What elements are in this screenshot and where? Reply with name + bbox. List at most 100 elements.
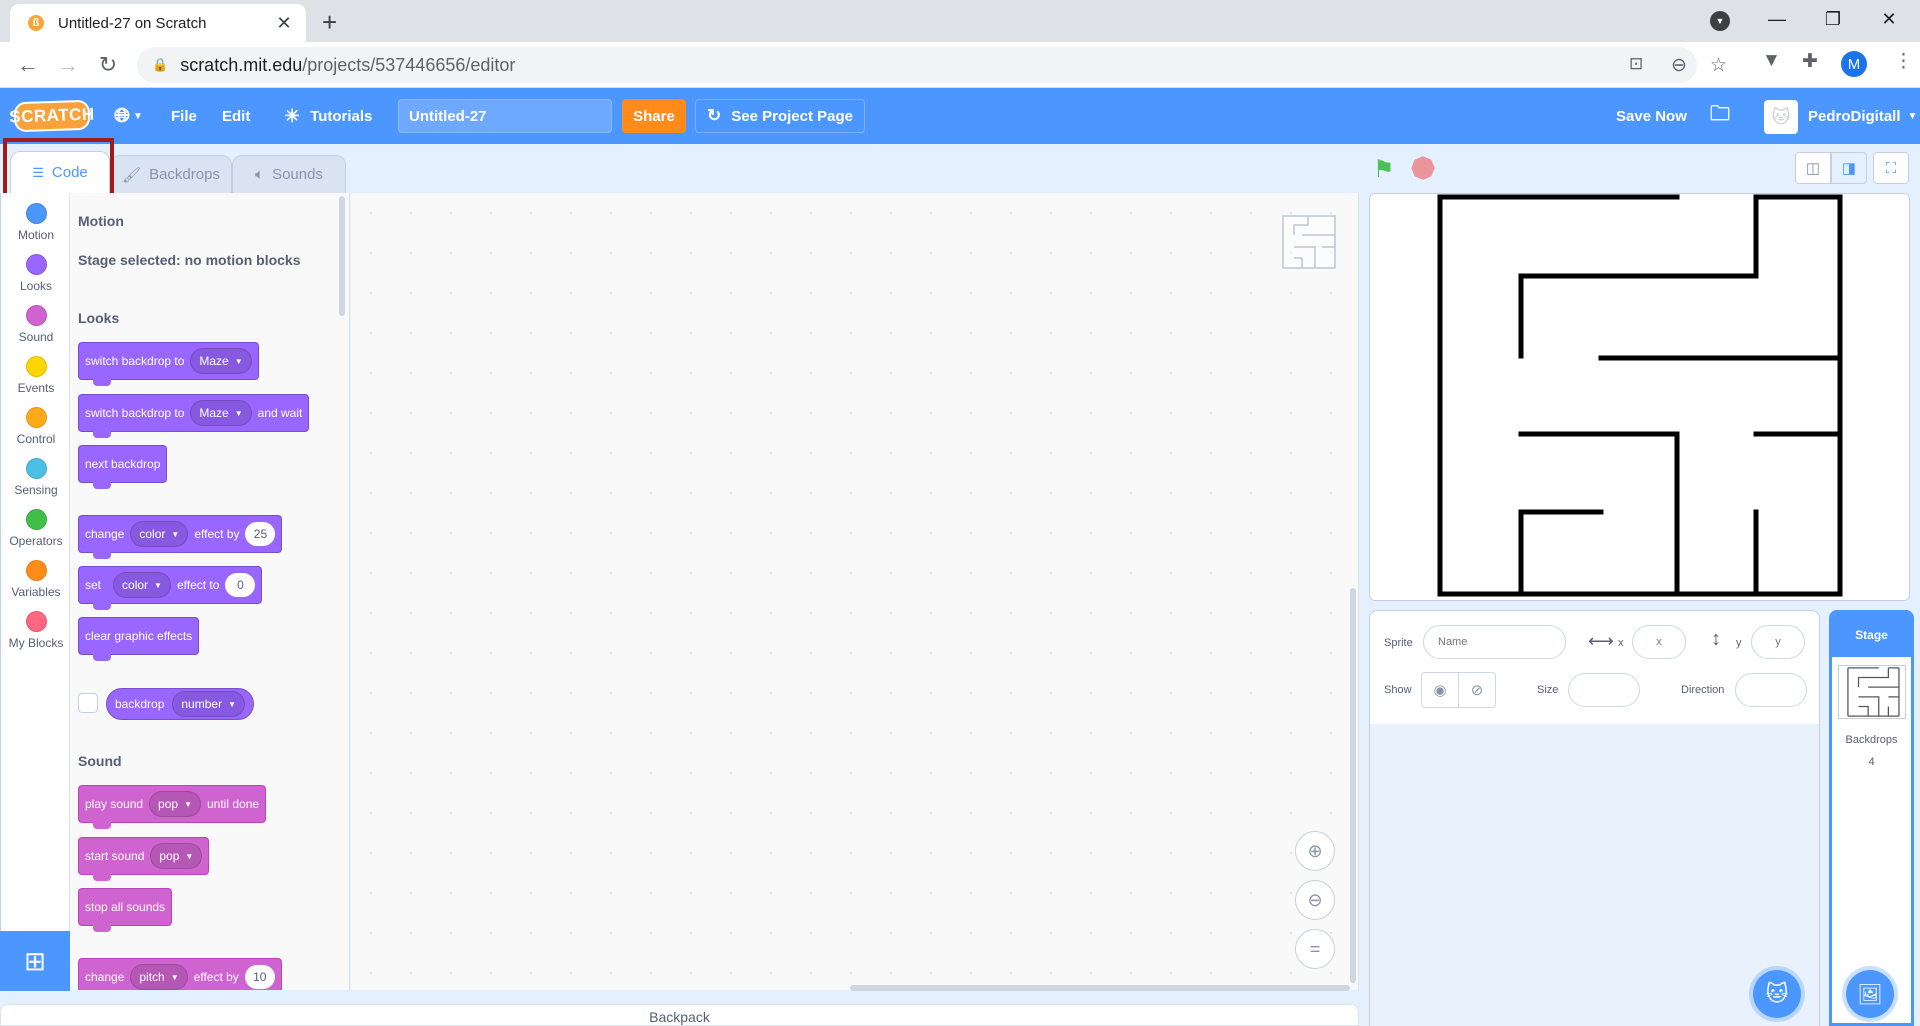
choose-backdrop-button[interactable]: 🖼︎ — [1846, 970, 1894, 1018]
variables-dot-icon — [25, 560, 47, 581]
block-clear-effects[interactable]: clear graphic effects — [78, 617, 200, 661]
translate-icon[interactable]: ⊡ — [1629, 54, 1643, 74]
tab-backdrops[interactable]: 🖌︎ Backdrops — [110, 155, 232, 193]
zoom-icon[interactable]: ⊖ — [1671, 54, 1687, 77]
minimize-icon[interactable]: — — [1754, 0, 1800, 38]
new-tab-button[interactable]: + — [322, 7, 337, 38]
stage-panel-title: Stage — [1832, 613, 1911, 657]
zoom-reset-button[interactable]: = — [1295, 929, 1335, 969]
account-menu[interactable]: PedroDigitall ▼ — [1808, 88, 1917, 144]
category-looks[interactable]: Looks — [1, 254, 71, 293]
sprite-name-input[interactable] — [1423, 625, 1566, 659]
category-sound[interactable]: Sound — [1, 305, 71, 344]
effect-dropdown[interactable]: color ▼ — [130, 521, 189, 547]
fullscreen-button[interactable]: ⛶ — [1873, 152, 1909, 184]
language-globe-icon[interactable]: 🌐︎ ▼ — [114, 88, 143, 144]
block-change-effect[interactable]: change color ▼ effect by 25 — [78, 515, 283, 559]
script-workspace[interactable] — [351, 193, 1359, 990]
file-menu[interactable]: File — [171, 88, 197, 144]
tutorials-button[interactable]: ☀ Tutorials — [284, 88, 372, 144]
category-my-blocks[interactable]: My Blocks — [1, 611, 71, 650]
stop-icon[interactable] — [1409, 154, 1438, 183]
sprite-list-pane — [1369, 724, 1820, 1026]
block-text: switch backdrop to — [85, 406, 185, 420]
see-project-page-button[interactable]: ↻ See Project Page — [695, 99, 865, 133]
edit-menu[interactable]: Edit — [222, 88, 250, 144]
close-tab-icon[interactable]: ✕ — [274, 13, 294, 34]
direction-input[interactable] — [1735, 673, 1807, 707]
sound-dropdown[interactable]: pop ▼ — [149, 791, 201, 817]
back-icon[interactable]: ← — [13, 52, 43, 78]
backdrop-dropdown[interactable]: Maze ▼ — [190, 400, 252, 426]
block-set-effect[interactable]: set color ▼ effect to 0 — [78, 566, 263, 610]
y-position-input[interactable] — [1751, 625, 1805, 659]
share-button[interactable]: Share — [622, 99, 686, 133]
block-text: clear graphic effects — [85, 629, 193, 643]
browser-tab[interactable]: ß Untitled-27 on Scratch ✕ — [10, 4, 306, 42]
block-stop-all-sounds[interactable]: stop all sounds — [78, 888, 173, 932]
save-now-button[interactable]: Save Now — [1616, 88, 1687, 144]
category-variables[interactable]: Variables — [1, 560, 71, 599]
x-position-input[interactable] — [1632, 625, 1686, 659]
block-start-sound[interactable]: start sound pop ▼ — [78, 837, 210, 881]
dropdown-arrow-icon: ▼ — [234, 356, 243, 366]
green-flag-icon[interactable]: ⚑ — [1373, 155, 1395, 184]
address-bar[interactable]: 🔒 scratch.mit.edu/projects/537446656/edi… — [137, 47, 1727, 83]
small-stage-button[interactable]: ◫ — [1795, 152, 1831, 184]
zoom-out-button[interactable]: ⊖ — [1295, 880, 1335, 920]
normal-stage-button[interactable]: ◨ — [1831, 152, 1867, 184]
category-operators[interactable]: Operators — [1, 509, 71, 548]
block-switch-backdrop-wait[interactable]: switch backdrop to Maze ▼ and wait — [78, 394, 310, 438]
tab-sounds[interactable]: 🔈︎ Sounds — [232, 155, 346, 193]
effect-value-input[interactable]: 0 — [225, 573, 256, 597]
project-title-input[interactable] — [398, 99, 612, 133]
backdrop-property-dropdown[interactable]: number ▼ — [172, 691, 245, 717]
add-extension-button[interactable]: ⊞ — [0, 931, 70, 991]
user-avatar[interactable]: 🐱︎ — [1764, 100, 1798, 134]
block-next-backdrop[interactable]: next backdrop — [78, 445, 168, 489]
reporter-backdrop-number[interactable]: backdrop number ▼ — [106, 688, 254, 720]
image-plus-icon: 🖼︎ — [1857, 983, 1883, 1006]
tab-search-icon[interactable]: ▼ — [1710, 11, 1730, 31]
bookmark-star-icon[interactable]: ☆ — [1710, 54, 1727, 77]
scratch-logo[interactable]: SCRATCH — [9, 99, 95, 133]
sound-dropdown[interactable]: pop ▼ — [150, 843, 203, 869]
backdrop-dropdown[interactable]: Maze ▼ — [190, 348, 252, 374]
zoom-in-button[interactable]: ⊕ — [1295, 831, 1335, 871]
category-motion[interactable]: Motion — [1, 203, 71, 242]
hide-sprite-button[interactable]: ⊘ — [1458, 672, 1496, 708]
extensions-puzzle-icon[interactable]: ✚ — [1802, 50, 1818, 73]
my-stuff-folder-icon[interactable]: 🗀 — [1710, 88, 1730, 144]
pitch-value-input[interactable]: 10 — [244, 965, 275, 989]
close-window-icon[interactable]: ✕ — [1866, 0, 1912, 38]
choose-sprite-button[interactable]: 🐱︎ — [1753, 970, 1801, 1018]
block-switch-backdrop[interactable]: switch backdrop to Maze ▼ — [78, 342, 259, 386]
effect-value-input[interactable]: 25 — [245, 522, 276, 546]
backpack[interactable]: Backpack — [0, 1004, 1359, 1026]
workspace-horizontal-scrollbar[interactable] — [850, 985, 1350, 991]
block-play-sound-until-done[interactable]: play sound pop ▼ until done — [78, 785, 267, 829]
category-label: Variables — [11, 585, 61, 599]
forward-icon[interactable]: → — [53, 52, 83, 78]
stage-target-panel[interactable]: Stage Backdrops 4 — [1829, 610, 1914, 1026]
category-label: Control — [16, 432, 56, 446]
extension-icon[interactable]: ▼ — [1762, 50, 1781, 72]
size-input[interactable] — [1568, 673, 1640, 707]
block-change-pitch[interactable]: change pitch ▼ effect by 10 — [78, 958, 282, 990]
reload-icon[interactable]: ↻ — [93, 52, 123, 78]
block-text: and wait — [257, 406, 303, 420]
browser-menu-icon[interactable]: ⋮ — [1894, 50, 1913, 73]
palette-scrollbar[interactable] — [339, 196, 345, 316]
category-events[interactable]: Events — [1, 356, 71, 395]
restore-icon[interactable]: ❐ — [1810, 0, 1856, 38]
sound-effect-dropdown[interactable]: pitch ▼ — [130, 964, 188, 990]
workspace-vertical-scrollbar[interactable] — [1350, 588, 1356, 983]
category-sensing[interactable]: Sensing — [1, 458, 71, 497]
effect-dropdown[interactable]: color ▼ — [113, 572, 171, 598]
show-sprite-button[interactable]: ◉ — [1421, 672, 1459, 708]
dropdown-arrow-icon: ▼ — [234, 408, 243, 418]
stage-canvas[interactable] — [1369, 193, 1910, 601]
backdrop-reporter-checkbox[interactable] — [78, 693, 98, 713]
category-control[interactable]: Control — [1, 407, 71, 446]
profile-avatar[interactable]: M — [1841, 51, 1867, 77]
